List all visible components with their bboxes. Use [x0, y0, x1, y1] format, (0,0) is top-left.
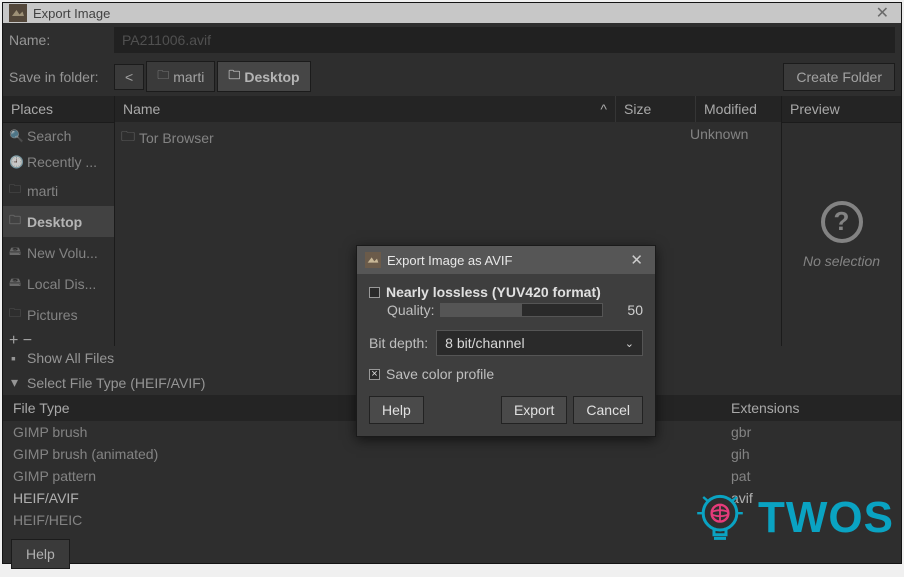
save-in-folder-label: Save in folder: — [9, 69, 114, 85]
help-button[interactable]: Help — [11, 539, 70, 569]
extension-cell: gbr — [721, 421, 901, 443]
checkbox-icon — [369, 287, 380, 298]
preview-header: Preview — [782, 96, 901, 123]
quality-label: Quality: — [387, 302, 434, 318]
file-type-row[interactable]: GIMP pattern — [3, 465, 721, 487]
column-header-name[interactable]: Name^ — [115, 96, 616, 122]
name-label: Name: — [9, 32, 114, 48]
preview-panel: Preview ? No selection — [781, 96, 901, 346]
modal-buttons: Help Export Cancel — [369, 396, 643, 424]
modal-help-button[interactable]: Help — [369, 396, 424, 424]
places-item-pictures[interactable]: 🗀Pictures — [3, 299, 114, 330]
drive-icon: 🖴 — [9, 242, 23, 263]
folder-icon: 🗀 — [9, 180, 23, 201]
file-type-row[interactable]: HEIF/HEIC — [3, 509, 721, 531]
clock-icon: 🕘 — [9, 155, 23, 169]
preview-body: ? No selection — [782, 123, 901, 346]
app-icon — [365, 252, 381, 268]
nearly-lossless-checkbox[interactable]: Nearly lossless (YUV420 format) — [369, 284, 643, 300]
bit-depth-label: Bit depth: — [369, 335, 428, 351]
places-item-desktop[interactable]: 🗀Desktop — [3, 206, 114, 237]
app-icon — [9, 4, 27, 22]
path-segment-desktop[interactable]: 🗀 Desktop — [217, 61, 310, 92]
name-row: Name: — [3, 23, 901, 57]
lightbulb-icon — [690, 488, 750, 548]
extensions-header[interactable]: Extensions — [721, 395, 809, 421]
watermark-text: TWOS — [758, 493, 894, 543]
export-avif-dialog: Export Image as AVIF ✕ Nearly lossless (… — [356, 245, 656, 437]
title-bar: Export Image ✕ — [3, 3, 901, 23]
create-folder-button[interactable]: Create Folder — [783, 63, 895, 91]
places-item-search[interactable]: 🔍Search — [3, 123, 114, 149]
folder-icon: 🗀 — [9, 211, 23, 232]
checkbox-checked-icon — [369, 369, 380, 380]
modal-title-bar: Export Image as AVIF ✕ — [357, 246, 655, 274]
collapse-icon: ▾ — [11, 374, 21, 391]
column-header-size[interactable]: Size — [616, 96, 696, 122]
folder-icon: 🗀 — [228, 66, 240, 87]
folder-row: Save in folder: < 🗀 marti 🗀 Desktop Crea… — [3, 57, 901, 96]
watermark-logo: TWOS — [690, 488, 894, 548]
export-button[interactable]: Export — [501, 396, 567, 424]
close-icon[interactable]: ✕ — [626, 251, 647, 269]
bit-depth-dropdown[interactable]: 8 bit/channel ⌄ — [436, 330, 643, 356]
bit-depth-row: Bit depth: 8 bit/channel ⌄ — [369, 330, 643, 356]
quality-row: Quality: 50 — [369, 302, 643, 318]
places-list: 🔍Search 🕘Recently ... 🗀marti 🗀Desktop 🖴N… — [3, 123, 114, 330]
file-type-row[interactable]: GIMP brush (animated) — [3, 443, 721, 465]
modal-title: Export Image as AVIF — [387, 253, 512, 268]
search-icon: 🔍 — [9, 129, 23, 143]
places-item-newvolume[interactable]: 🖴New Volu... — [3, 237, 114, 268]
path-back-button[interactable]: < — [114, 64, 144, 90]
path-bar: < 🗀 marti 🗀 Desktop — [114, 61, 311, 92]
question-icon: ? — [821, 201, 863, 243]
column-header-modified[interactable]: Modified — [696, 96, 781, 122]
quality-slider[interactable] — [440, 303, 603, 317]
preview-message: No selection — [803, 253, 880, 269]
file-type-header[interactable]: File Type — [3, 395, 80, 421]
places-header: Places — [3, 96, 114, 123]
expand-icon: ▪ — [11, 350, 21, 366]
places-item-localdisk[interactable]: 🖴Local Dis... — [3, 268, 114, 299]
drive-icon: 🖴 — [9, 273, 23, 294]
extension-cell: gih — [721, 443, 901, 465]
places-item-recent[interactable]: 🕘Recently ... — [3, 149, 114, 175]
places-item-marti[interactable]: 🗀marti — [3, 175, 114, 206]
extension-cell: pat — [721, 465, 901, 487]
save-color-profile-checkbox[interactable]: Save color profile — [369, 366, 643, 382]
quality-value: 50 — [609, 302, 643, 318]
file-type-row-selected[interactable]: HEIF/AVIF — [3, 487, 721, 509]
chevron-down-icon: ⌄ — [625, 337, 634, 350]
window-title: Export Image — [33, 6, 110, 21]
path-segment-marti[interactable]: 🗀 marti — [146, 61, 215, 92]
cancel-button[interactable]: Cancel — [573, 396, 643, 424]
file-row[interactable]: 🗀Tor Browser Unknown — [115, 122, 781, 154]
sort-indicator-icon: ^ — [600, 101, 607, 117]
filename-input[interactable] — [114, 27, 895, 53]
folder-icon: 🗀 — [157, 66, 169, 87]
files-header: Name^ Size Modified — [115, 96, 781, 122]
places-panel: Places 🔍Search 🕘Recently ... 🗀marti 🗀Des… — [3, 96, 115, 346]
close-icon[interactable]: ✕ — [870, 3, 895, 23]
modal-body: Nearly lossless (YUV420 format) Quality:… — [357, 274, 655, 436]
folder-icon: 🗀 — [121, 126, 135, 150]
folder-icon: 🗀 — [9, 304, 23, 325]
